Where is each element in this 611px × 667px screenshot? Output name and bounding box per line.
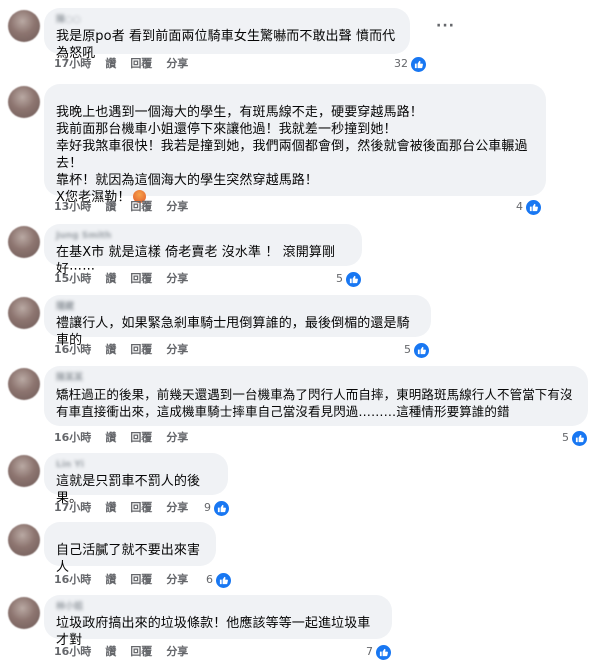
- comment-text: 矯枉過正的後果，前幾天還遇到一台機車為了閃行人而自摔，東明路斑馬線行人不管當下有…: [56, 387, 573, 419]
- thumbs-up-icon: [525, 198, 542, 216]
- timestamp[interactable]: 13小時: [54, 199, 91, 215]
- comment-actions: 16小時 讚 回覆 分享: [54, 572, 188, 588]
- thumbs-up-icon: [213, 499, 230, 517]
- comment-bubble: 林小姐 垃圾政府搞出來的垃圾條款！他應該等等一起進垃圾車才對: [44, 595, 392, 648]
- like-button[interactable]: 讚: [105, 500, 116, 516]
- comment-author[interactable]: [56, 528, 204, 540]
- avatar[interactable]: [8, 86, 40, 118]
- timestamp[interactable]: 16小時: [54, 572, 91, 588]
- timestamp[interactable]: 17小時: [54, 500, 91, 516]
- comment-bubble: Jung Smith 在基X市 就是這樣 倚老賣老 沒水準 ！ 滾開算剛好⋯⋯: [44, 224, 362, 277]
- avatar[interactable]: [8, 226, 40, 258]
- comment-bubble: 陳○○ 我是原po者 看到前面兩位騎車女生驚嚇而不敢出聲 憤而代為怒吼: [44, 8, 410, 61]
- share-button[interactable]: 分享: [166, 199, 188, 215]
- reply-button[interactable]: 回覆: [130, 199, 152, 215]
- reply-button[interactable]: 回覆: [130, 430, 152, 446]
- thumbs-up-icon: [215, 571, 232, 589]
- like-button[interactable]: 讚: [105, 342, 116, 358]
- reply-button[interactable]: 回覆: [130, 572, 152, 588]
- reaction-count[interactable]: 7: [366, 643, 392, 661]
- comment-bubble: 我晚上也遇到一個海大的學生，有斑馬線不走，硬要穿越馬路！ 我前面那台機車小姐還停…: [44, 84, 546, 205]
- timestamp[interactable]: 17小時: [54, 56, 91, 72]
- comment-text: 我晚上也遇到一個海大的學生，有斑馬線不走，硬要穿越馬路！ 我前面那台機車小姐還停…: [56, 104, 534, 206]
- timestamp[interactable]: 16小時: [54, 342, 91, 358]
- comment-actions: 15小時 讚 回覆 分享: [54, 271, 188, 287]
- comment-author[interactable]: 隱藏: [56, 301, 419, 313]
- reaction-number: 32: [394, 57, 408, 70]
- share-button[interactable]: 分享: [166, 56, 188, 72]
- comment-author[interactable]: Lin Yi: [56, 459, 216, 471]
- comment-bubble: Lin Yi 這就是只罰車不罰人的後果。: [44, 453, 228, 506]
- reply-button[interactable]: 回覆: [130, 644, 152, 660]
- like-button[interactable]: 讚: [105, 199, 116, 215]
- reaction-number: 9: [204, 501, 211, 514]
- reaction-number: 5: [404, 343, 411, 356]
- reply-button[interactable]: 回覆: [130, 500, 152, 516]
- comment-author[interactable]: 林小姐: [56, 601, 380, 613]
- comment-actions: 17小時 讚 回覆 分享: [54, 56, 188, 72]
- share-button[interactable]: 分享: [166, 500, 188, 516]
- comment-bubble: 陳某某 矯枉過正的後果，前幾天還遇到一台機車為了閃行人而自摔，東明路斑馬線行人不…: [44, 366, 588, 426]
- comment-bubble: 自己活膩了就不要出來害人: [44, 522, 216, 575]
- thumbs-up-icon: [413, 341, 430, 359]
- like-button[interactable]: 讚: [105, 572, 116, 588]
- reaction-count[interactable]: 5: [404, 341, 430, 359]
- like-button[interactable]: 讚: [105, 271, 116, 287]
- share-button[interactable]: 分享: [166, 342, 188, 358]
- like-button[interactable]: 讚: [105, 430, 116, 446]
- share-button[interactable]: 分享: [166, 572, 188, 588]
- comment-text: 自己活膩了就不要出來害人: [56, 543, 201, 575]
- timestamp[interactable]: 16小時: [54, 430, 91, 446]
- comment-actions: 17小時 讚 回覆 分享: [54, 500, 188, 516]
- avatar[interactable]: [8, 524, 40, 556]
- share-button[interactable]: 分享: [166, 271, 188, 287]
- more-options-icon[interactable]: ···: [436, 18, 455, 34]
- comment-author[interactable]: 陳某某: [56, 372, 576, 384]
- reaction-count[interactable]: 5: [562, 429, 588, 447]
- timestamp[interactable]: 16小時: [54, 644, 91, 660]
- avatar[interactable]: [8, 455, 40, 487]
- reaction-number: 7: [366, 645, 373, 658]
- thumbs-up-icon: [375, 643, 392, 661]
- thumbs-up-icon: [345, 270, 362, 288]
- comment-author[interactable]: [56, 90, 534, 102]
- comment-text-body: 我晚上也遇到一個海大的學生，有斑馬線不走，硬要穿越馬路！ 我前面那台機車小姐還停…: [56, 105, 528, 205]
- reaction-count[interactable]: 4: [516, 198, 542, 216]
- avatar[interactable]: [8, 297, 40, 329]
- comment-bubble: 隱藏 禮讓行人，如果緊急剎車騎士甩倒算誰的，最後倒楣的還是騎車的: [44, 295, 431, 348]
- reply-button[interactable]: 回覆: [130, 342, 152, 358]
- share-button[interactable]: 分享: [166, 644, 188, 660]
- reaction-number: 5: [562, 431, 569, 444]
- thumbs-up-icon: [410, 55, 427, 73]
- reaction-count[interactable]: 32: [394, 55, 427, 73]
- comment-actions: 13小時 讚 回覆 分享: [54, 199, 188, 215]
- reaction-count[interactable]: 6: [206, 571, 232, 589]
- avatar[interactable]: [8, 368, 40, 400]
- comment-actions: 16小時 讚 回覆 分享: [54, 430, 188, 446]
- share-button[interactable]: 分享: [166, 430, 188, 446]
- reaction-number: 6: [206, 573, 213, 586]
- comment-author[interactable]: Jung Smith: [56, 230, 350, 242]
- timestamp[interactable]: 15小時: [54, 271, 91, 287]
- reaction-count[interactable]: 9: [204, 499, 230, 517]
- comment-actions: 16小時 讚 回覆 分享: [54, 644, 188, 660]
- reaction-count[interactable]: 5: [336, 270, 362, 288]
- thumbs-up-icon: [571, 429, 588, 447]
- avatar[interactable]: [8, 597, 40, 629]
- comment-actions: 16小時 讚 回覆 分享: [54, 342, 188, 358]
- like-button[interactable]: 讚: [105, 56, 116, 72]
- like-button[interactable]: 讚: [105, 644, 116, 660]
- reaction-number: 5: [336, 272, 343, 285]
- avatar[interactable]: [8, 10, 40, 42]
- reaction-number: 4: [516, 200, 523, 213]
- reply-button[interactable]: 回覆: [130, 271, 152, 287]
- comment-author[interactable]: 陳○○: [56, 14, 398, 26]
- reply-button[interactable]: 回覆: [130, 56, 152, 72]
